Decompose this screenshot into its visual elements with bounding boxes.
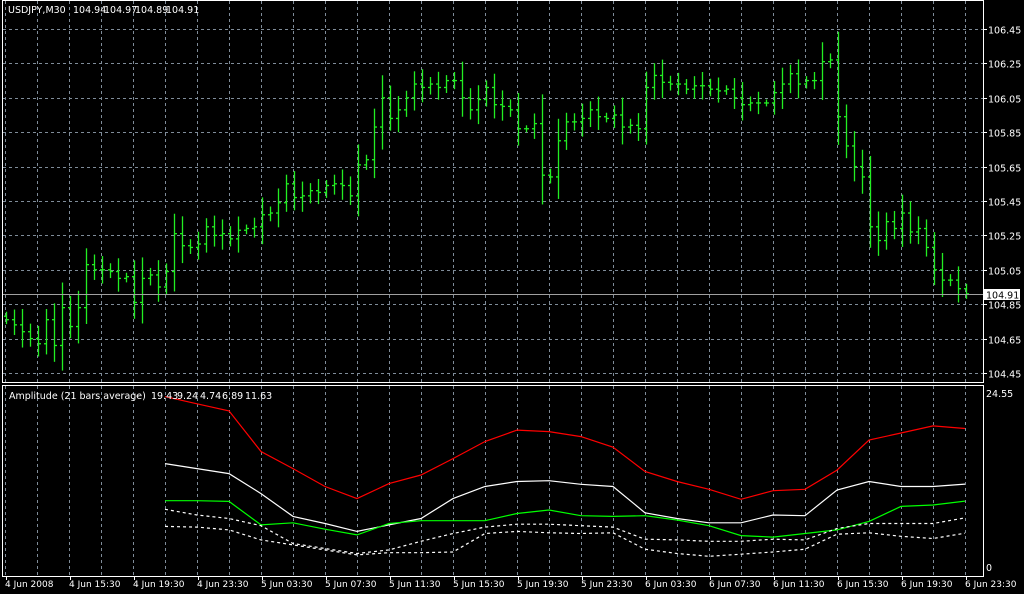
time-axis-label: 4 Jun 23:30 xyxy=(197,580,249,590)
time-axis-label: 5 Jun 11:30 xyxy=(389,580,441,590)
time-axis-label: 6 Jun 15:30 xyxy=(837,580,889,590)
price-axis-label: 104.85 xyxy=(988,301,1021,312)
price-axis-label: 104.45 xyxy=(988,370,1021,381)
time-axis-label: 5 Jun 23:30 xyxy=(581,580,633,590)
time-axis-label: 5 Jun 03:30 xyxy=(261,580,313,590)
symbol-label: USDJPY,M30 xyxy=(8,5,66,16)
ohlc-open: 104.94 xyxy=(73,5,106,16)
indicator-axis-max: 24.55 xyxy=(986,389,1013,400)
indicator-value-2: 9.24 xyxy=(177,391,198,402)
price-axis-label: 105.25 xyxy=(988,232,1021,243)
indicator-separator: - xyxy=(136,391,139,402)
time-axis-label: 6 Jun 19:30 xyxy=(901,580,953,590)
price-axis-label: 105.05 xyxy=(988,267,1021,278)
indicator-axis-min: 0 xyxy=(986,563,992,574)
metatrader-chart[interactable]: 106.45 106.25 106.05 105.85 105.65 105.45 105.… xyxy=(0,0,1024,594)
chart-background xyxy=(0,0,1024,594)
time-axis-label: 4 Jun 2008 xyxy=(5,580,54,590)
indicator-value-3: 4.74 xyxy=(200,391,221,402)
time-axis-label: 6 Jun 11:30 xyxy=(773,580,825,590)
time-axis-label: 6 Jun 23:30 xyxy=(965,580,1017,590)
time-axis-label: 5 Jun 19:30 xyxy=(517,580,569,590)
ohlc-close: 104.91 xyxy=(166,5,199,16)
price-axis-label: 106.05 xyxy=(988,95,1021,106)
price-axis-label: 105.45 xyxy=(988,198,1021,209)
time-axis-label: 6 Jun 03:30 xyxy=(645,580,697,590)
indicator-value-1: 19.43 xyxy=(151,391,178,402)
current-price-label: 104.91 xyxy=(986,291,1019,302)
indicator-name: Amplitude (21 bars average) xyxy=(9,391,146,402)
price-axis-label: 105.65 xyxy=(988,164,1021,175)
ohlc-high: 104.97 xyxy=(104,5,137,16)
price-axis-label: 106.45 xyxy=(988,26,1021,37)
time-axis-label: 4 Jun 19:30 xyxy=(133,580,185,590)
time-axis-label: 6 Jun 07:30 xyxy=(709,580,761,590)
time-axis-label: 5 Jun 15:30 xyxy=(453,580,505,590)
price-axis-label: 105.85 xyxy=(988,129,1021,140)
price-axis-label: 106.25 xyxy=(988,60,1021,71)
indicator-value-5: 11.63 xyxy=(245,391,272,402)
time-axis-label: 4 Jun 15:30 xyxy=(69,580,121,590)
time-axis-label: 5 Jun 07:30 xyxy=(325,580,377,590)
indicator-value-4: 6.89 xyxy=(222,391,243,402)
ohlc-low: 104.89 xyxy=(135,5,168,16)
price-axis-label: 104.65 xyxy=(988,336,1021,347)
